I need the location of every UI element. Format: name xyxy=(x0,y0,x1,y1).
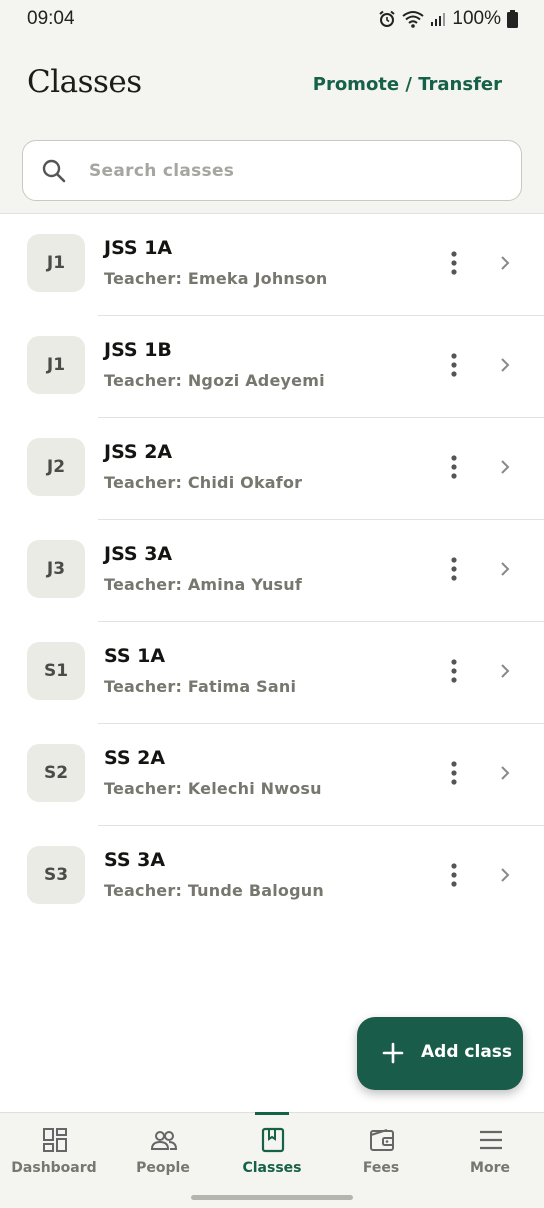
signal-icon xyxy=(431,13,446,26)
chevron-right-icon xyxy=(501,358,510,372)
list-item[interactable]: S2 SS 2A Teacher: Kelechi Nwosu xyxy=(0,724,544,826)
status-bar: 09:04 100% xyxy=(0,0,544,40)
alarm-icon xyxy=(379,10,396,27)
search-icon xyxy=(42,159,66,183)
class-name: SS 3A xyxy=(104,849,166,871)
class-code-badge: S2 xyxy=(27,744,85,802)
more-vert-icon[interactable] xyxy=(442,351,466,379)
class-code-badge: J1 xyxy=(27,234,85,292)
chevron-right-icon xyxy=(501,664,510,678)
nav-label: Classes xyxy=(242,1160,302,1176)
nav-label: People xyxy=(136,1160,190,1176)
wallet-icon xyxy=(370,1129,394,1151)
class-teacher: Teacher: Ngozi Adeyemi xyxy=(104,371,325,390)
book-icon xyxy=(261,1127,285,1153)
status-time: 09:04 xyxy=(27,8,75,29)
more-vert-icon[interactable] xyxy=(442,249,466,277)
list-item[interactable]: S3 SS 3A Teacher: Tunde Balogun xyxy=(0,826,544,928)
dashboard-icon xyxy=(43,1128,67,1152)
class-code-badge: S1 xyxy=(27,642,85,700)
class-list: J1 JSS 1A Teacher: Emeka Johnson J1 JSS … xyxy=(0,214,544,928)
nav-item-people[interactable]: People xyxy=(109,1113,217,1193)
top-section: 09:04 100% Classes Promote / Transfer Se… xyxy=(0,0,544,214)
search-input[interactable] xyxy=(89,153,489,189)
chevron-right-icon xyxy=(501,460,510,474)
class-name: JSS 1A xyxy=(104,237,173,259)
list-item[interactable]: J1 JSS 1B Teacher: Ngozi Adeyemi xyxy=(0,316,544,418)
people-icon xyxy=(151,1131,177,1150)
class-code-badge: J3 xyxy=(27,540,85,598)
more-vert-icon[interactable] xyxy=(442,453,466,481)
chevron-right-icon xyxy=(501,562,510,576)
page-title: Classes xyxy=(27,64,142,100)
list-item[interactable]: S1 SS 1A Teacher: Fatima Sani xyxy=(0,622,544,724)
nav-item-more[interactable]: More xyxy=(436,1113,544,1193)
class-code-badge: J1 xyxy=(27,336,85,394)
nav-label: More xyxy=(470,1160,510,1176)
nav-label: Fees xyxy=(362,1160,400,1176)
nav-item-dashboard[interactable]: Dashboard xyxy=(0,1113,108,1193)
class-teacher: Teacher: Fatima Sani xyxy=(104,677,297,696)
class-teacher: Teacher: Tunde Balogun xyxy=(104,881,324,900)
more-vert-icon[interactable] xyxy=(442,861,466,889)
class-teacher: Teacher: Emeka Johnson xyxy=(104,269,328,288)
chevron-right-icon xyxy=(501,868,510,882)
promote-transfer-link[interactable]: Promote / Transfer xyxy=(313,74,502,95)
class-code-badge: J2 xyxy=(27,438,85,496)
wifi-icon xyxy=(402,11,425,28)
list-item[interactable]: J3 JSS 3A Teacher: Amina Yusuf xyxy=(0,520,544,622)
class-teacher: Teacher: Amina Yusuf xyxy=(104,575,303,594)
class-name: SS 2A xyxy=(104,747,166,769)
class-name: JSS 2A xyxy=(104,441,173,463)
chevron-right-icon xyxy=(501,766,510,780)
class-teacher: Teacher: Chidi Okafor xyxy=(104,473,303,492)
list-item[interactable]: J1 JSS 1A Teacher: Emeka Johnson xyxy=(0,214,544,316)
add-class-label: Add class xyxy=(421,1042,513,1062)
class-teacher: Teacher: Kelechi Nwosu xyxy=(104,779,322,798)
class-name: JSS 1B xyxy=(104,339,172,361)
class-code-badge: S3 xyxy=(27,846,85,904)
chevron-right-icon xyxy=(501,256,510,270)
list-item[interactable]: J2 JSS 2A Teacher: Chidi Okafor xyxy=(0,418,544,520)
more-vert-icon[interactable] xyxy=(442,555,466,583)
add-class-button[interactable]: Add class xyxy=(357,1017,523,1090)
bottom-nav: Dashboard People Classes Fees More xyxy=(0,1112,544,1208)
home-indicator[interactable] xyxy=(191,1195,353,1200)
class-name: JSS 3A xyxy=(104,543,173,565)
menu-icon xyxy=(480,1130,502,1150)
search-bar[interactable] xyxy=(22,140,522,201)
nav-label: Dashboard xyxy=(11,1160,97,1176)
more-vert-icon[interactable] xyxy=(442,657,466,685)
battery-icon xyxy=(507,10,518,28)
nav-item-fees[interactable]: Fees xyxy=(327,1113,435,1193)
class-name: SS 1A xyxy=(104,645,166,667)
status-icons: 100% xyxy=(378,7,518,31)
battery-percent: 100% xyxy=(452,8,501,29)
nav-item-classes[interactable]: Classes xyxy=(218,1113,326,1193)
plus-icon xyxy=(382,1042,404,1064)
more-vert-icon[interactable] xyxy=(442,759,466,787)
